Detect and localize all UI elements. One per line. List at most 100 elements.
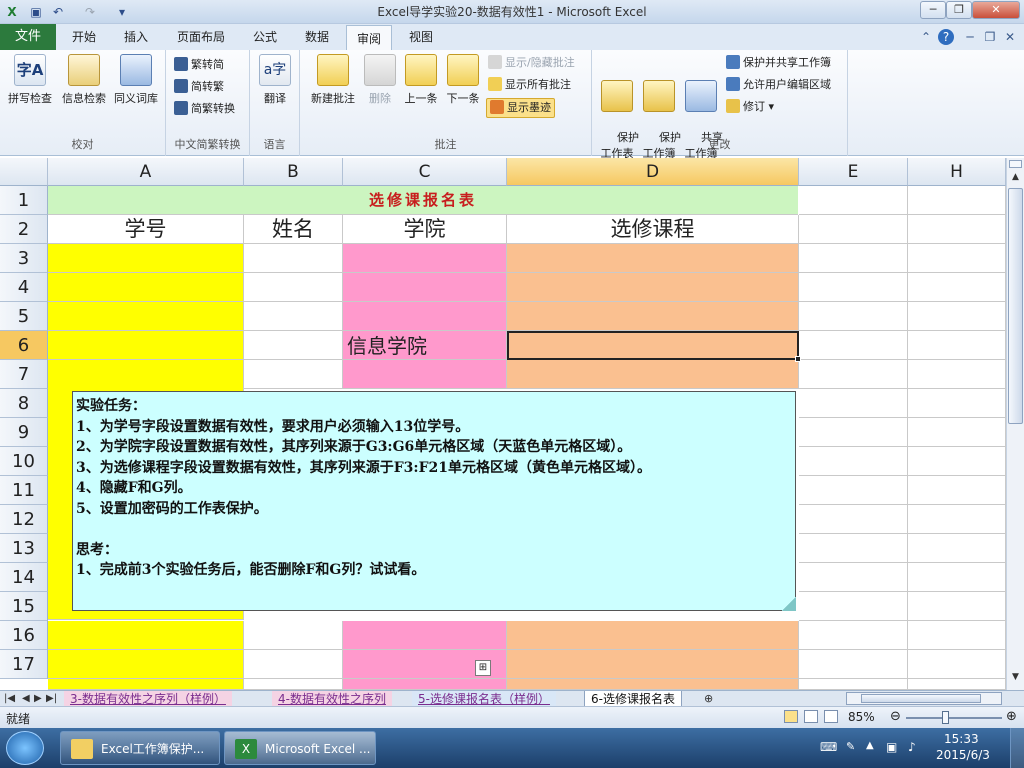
row-header[interactable]: 7 <box>0 360 48 389</box>
cell-c6[interactable]: 信息学院 <box>343 331 507 360</box>
tab-page-layout[interactable]: 页面布局 <box>170 24 232 50</box>
cell-b7[interactable] <box>244 360 343 389</box>
zoom-level[interactable]: 85% <box>848 710 875 724</box>
volume-icon[interactable]: ♪ <box>908 740 916 754</box>
sheet-nav-last-icon[interactable]: ▶| <box>46 691 57 707</box>
tab-home[interactable]: 开始 <box>62 24 106 50</box>
cell-b18[interactable] <box>244 679 343 690</box>
maximize-button[interactable]: ❐ <box>946 1 972 19</box>
tab-file[interactable]: 文件 <box>0 24 56 50</box>
keyboard-icon[interactable]: ⌨ <box>820 740 837 754</box>
cell-d17[interactable] <box>507 650 799 679</box>
sheet-title-cell[interactable]: 选修课报名表 <box>48 186 798 215</box>
network-icon[interactable]: ▣ <box>886 740 897 754</box>
delete-comment-button[interactable]: 删除 <box>364 54 396 106</box>
clock-time[interactable]: 15:33 <box>944 732 979 746</box>
scroll-thumb[interactable] <box>1008 188 1023 424</box>
col-header-a[interactable]: A <box>48 158 244 186</box>
header-student-id[interactable]: 学号 <box>48 215 244 244</box>
cell-e1[interactable] <box>799 186 908 215</box>
cell-a5[interactable] <box>48 302 244 331</box>
cell-b3[interactable] <box>244 244 343 273</box>
protect-sheet-button[interactable]: 保护 工作表 <box>596 54 639 174</box>
close-button[interactable]: ✕ <box>972 1 1020 19</box>
cell-d16[interactable] <box>507 621 799 650</box>
row-header[interactable]: 3 <box>0 244 48 273</box>
cell-d4[interactable] <box>507 273 799 302</box>
cell-d6-selected[interactable] <box>507 331 799 360</box>
row-header[interactable]: 17 <box>0 650 48 679</box>
tab-view[interactable]: 视图 <box>400 24 442 50</box>
row-header[interactable]: 14 <box>0 563 48 592</box>
new-comment-button[interactable]: 新建批注 <box>304 54 362 106</box>
col-header-d[interactable]: D <box>507 158 799 186</box>
fill-handle[interactable] <box>795 356 801 362</box>
select-all-corner[interactable] <box>0 158 48 186</box>
protect-share-button[interactable]: 保护并共享工作簿 <box>726 54 831 72</box>
split-box-icon[interactable] <box>1009 160 1022 168</box>
cell-b5[interactable] <box>244 302 343 331</box>
row-header[interactable]: 4 <box>0 273 48 302</box>
insert-sheet-icon[interactable]: ⊕ <box>704 691 713 707</box>
translate-button[interactable]: a字 翻译 <box>254 54 296 106</box>
cell-c5[interactable] <box>343 302 507 331</box>
paste-options-icon[interactable]: ⊞ <box>475 660 491 676</box>
minimize-ribbon-icon[interactable]: ⌃ <box>918 29 934 45</box>
cell-d7[interactable] <box>507 360 799 389</box>
row-header[interactable]: 13 <box>0 534 48 563</box>
sheet-nav-prev-icon[interactable]: ◀ <box>22 691 30 707</box>
col-header-h[interactable]: H <box>908 158 1006 186</box>
row-header[interactable]: 8 <box>0 389 48 418</box>
cell-b16[interactable] <box>244 621 343 650</box>
sheet-nav-first-icon[interactable]: |◀ <box>4 691 15 707</box>
column-h-cells[interactable] <box>908 244 1006 690</box>
track-changes-button[interactable]: 修订 ▾ <box>726 98 774 116</box>
show-ink-button[interactable]: 显示墨迹 <box>486 98 555 118</box>
minimize-button[interactable]: ─ <box>920 1 946 19</box>
cell-a18[interactable] <box>48 679 244 690</box>
header-college[interactable]: 学院 <box>343 215 507 244</box>
cell-d18[interactable] <box>507 679 799 690</box>
horizontal-scroll-thumb[interactable] <box>861 694 981 703</box>
row-header[interactable]: 16 <box>0 621 48 650</box>
page-layout-view-icon[interactable] <box>804 710 818 723</box>
row-header[interactable]: 1 <box>0 186 48 215</box>
prev-comment-button[interactable]: 上一条 <box>400 54 442 106</box>
pen-icon[interactable]: ✎ <box>846 740 855 753</box>
zoom-slider-thumb[interactable] <box>942 711 949 724</box>
cell-a4[interactable] <box>48 273 244 302</box>
cell-a17[interactable] <box>48 650 244 679</box>
header-name[interactable]: 姓名 <box>244 215 343 244</box>
col-header-e[interactable]: E <box>799 158 908 186</box>
next-comment-button[interactable]: 下一条 <box>442 54 484 106</box>
row-header[interactable]: 15 <box>0 592 48 621</box>
cell-d5[interactable] <box>507 302 799 331</box>
doc-minimize-icon[interactable]: ─ <box>962 29 978 45</box>
cell-h1[interactable] <box>908 186 1006 215</box>
instruction-textbox[interactable]: 实验任务： 1、为学号字段设置数据有效性，要求用户必须输入13位学号。 2、为学… <box>72 391 796 611</box>
doc-close-icon[interactable]: ✕ <box>1002 29 1018 45</box>
allow-edit-ranges-button[interactable]: 允许用户编辑区域 <box>726 76 831 94</box>
row-header[interactable]: 2 <box>0 215 48 244</box>
row-header[interactable]: 5 <box>0 302 48 331</box>
vertical-scrollbar[interactable]: ▲ ▼ <box>1006 158 1024 690</box>
cell-a16[interactable] <box>48 621 244 650</box>
sheet-nav-next-icon[interactable]: ▶ <box>34 691 42 707</box>
cell-b17[interactable] <box>244 650 343 679</box>
tab-formulas[interactable]: 公式 <box>244 24 286 50</box>
row-header[interactable]: 10 <box>0 447 48 476</box>
row-header[interactable]: 6 <box>0 331 48 360</box>
sheet-tab-3[interactable]: 3-数据有效性之序列（样例） <box>64 691 232 707</box>
start-button-icon[interactable] <box>6 731 44 765</box>
col-header-b[interactable]: B <box>244 158 343 186</box>
row-header[interactable]: 9 <box>0 418 48 447</box>
col-header-c[interactable]: C <box>343 158 507 186</box>
tab-data[interactable]: 数据 <box>296 24 338 50</box>
sheet-tab-6[interactable]: 6-选修课报名表 <box>584 691 682 707</box>
header-course[interactable]: 选修课程 <box>507 215 799 244</box>
thesaurus-button[interactable]: 同义词库 <box>110 54 162 106</box>
cell-b6[interactable] <box>244 331 343 360</box>
show-all-comments-button[interactable]: 显示所有批注 <box>488 76 571 94</box>
tab-review[interactable]: 审阅 <box>346 25 392 51</box>
doc-restore-icon[interactable]: ❐ <box>982 29 998 45</box>
